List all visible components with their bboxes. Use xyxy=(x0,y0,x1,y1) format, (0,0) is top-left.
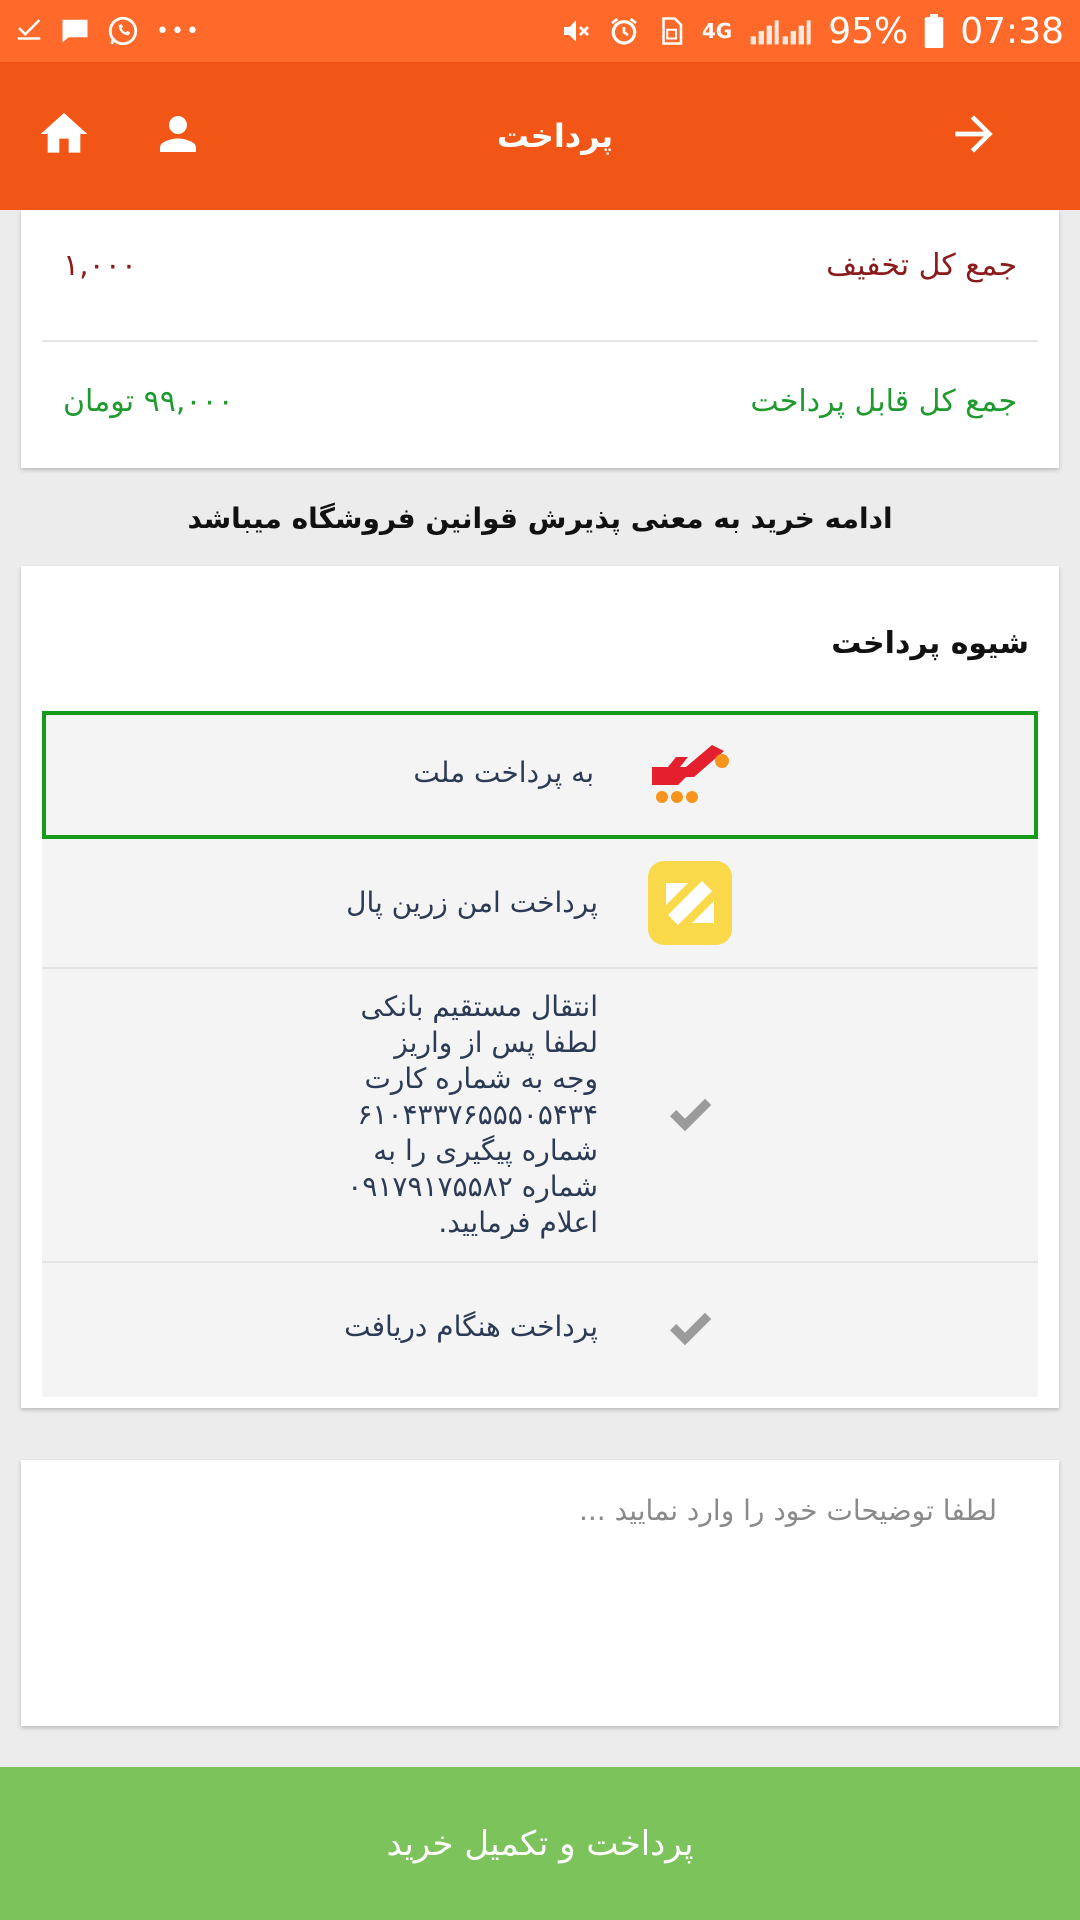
message-icon xyxy=(60,11,90,51)
battery-icon xyxy=(924,11,944,51)
account-icon xyxy=(151,107,205,165)
status-bar-left: ••• xyxy=(14,11,201,51)
card-number: ۶۱۰۴۳۳۷۶۵۵۵۰۵۴۳۴ xyxy=(357,1098,598,1131)
arrow-forward-icon xyxy=(946,106,1002,166)
payment-method-title: شیوه پرداخت xyxy=(831,626,1029,661)
payable-row: جمع کل قابل پرداخت ۹۹,۰۰۰ تومان xyxy=(21,346,1059,456)
clock: 07:38 xyxy=(960,10,1064,52)
phone-number: شماره ۰۹۱۷۹۱۷۵۵۸۲ xyxy=(347,1170,598,1203)
comment-card xyxy=(21,1460,1059,1726)
mellat-logo-icon xyxy=(642,727,738,823)
back-button[interactable] xyxy=(934,96,1014,176)
more-icon: ••• xyxy=(156,18,201,44)
payment-option-bank-transfer[interactable]: انتقال مستقیم بانکی لطفا پس از واریز وجه… xyxy=(42,969,1038,1261)
mute-icon xyxy=(560,11,592,51)
bank-transfer-line: انتقال مستقیم بانکی xyxy=(360,990,598,1023)
payment-method-list: به پرداخت ملت پرداخت امن زرین پال انتقال… xyxy=(42,711,1038,1397)
signal-icon xyxy=(748,11,812,51)
payment-option-label: پرداخت هنگام دریافت xyxy=(344,1310,598,1343)
bank-transfer-line: اعلام فرمایید. xyxy=(438,1206,598,1239)
network-icon: 4G xyxy=(701,19,733,43)
status-bar-right: 4G 95% 07:38 xyxy=(560,11,1064,52)
totals-card: جمع کل تخفیف ۱,۰۰۰ جمع کل قابل پرداخت ۹۹… xyxy=(21,210,1059,468)
discount-label: جمع کل تخفیف xyxy=(826,247,1017,283)
payment-option-cash-on-delivery[interactable]: پرداخت هنگام دریافت xyxy=(42,1263,1038,1391)
terms-notice: ادامه خرید به معنی پذیرش قوانین فروشگاه … xyxy=(187,501,893,535)
discount-value: ۱,۰۰۰ xyxy=(63,247,137,283)
sim-icon xyxy=(656,11,686,51)
alarm-icon xyxy=(608,11,640,51)
status-bar: ••• 4G 95% 07:38 xyxy=(0,0,1080,62)
home-icon xyxy=(36,106,92,166)
app-bar: پرداخت xyxy=(0,62,1080,210)
download-done-icon xyxy=(14,11,44,51)
divider xyxy=(42,340,1038,342)
battery-percent: 95% xyxy=(828,10,909,52)
payment-option-label: به پرداخت ملت xyxy=(413,756,594,789)
whatsapp-icon xyxy=(106,11,140,51)
bank-transfer-line: لطفا پس از واریز xyxy=(394,1026,598,1059)
home-button[interactable] xyxy=(24,96,104,176)
check-icon xyxy=(642,1281,738,1377)
bank-transfer-line: وجه به شماره کارت xyxy=(364,1062,598,1095)
payment-method-card: شیوه پرداخت به پرداخت ملت پرداخت امن زری… xyxy=(21,566,1059,1408)
pay-and-complete-button[interactable]: پرداخت و تکمیل خرید xyxy=(0,1767,1080,1920)
account-button[interactable] xyxy=(138,96,218,176)
payment-option-label: پرداخت امن زرین پال xyxy=(346,886,598,919)
payable-label: جمع کل قابل پرداخت xyxy=(750,383,1017,419)
bank-transfer-description: انتقال مستقیم بانکی لطفا پس از واریز وجه… xyxy=(347,989,598,1241)
discount-row: جمع کل تخفیف ۱,۰۰۰ xyxy=(21,210,1059,320)
zarinpal-logo-icon xyxy=(642,855,738,951)
payment-option-zarinpal[interactable]: پرداخت امن زرین پال xyxy=(42,839,1038,967)
payment-option-mellat[interactable]: به پرداخت ملت xyxy=(42,711,1038,839)
bank-transfer-line: شماره پیگیری را به xyxy=(373,1134,598,1167)
payable-value: ۹۹,۰۰۰ تومان xyxy=(63,383,234,419)
check-icon xyxy=(642,1067,738,1163)
comment-input[interactable] xyxy=(21,1460,1059,1726)
